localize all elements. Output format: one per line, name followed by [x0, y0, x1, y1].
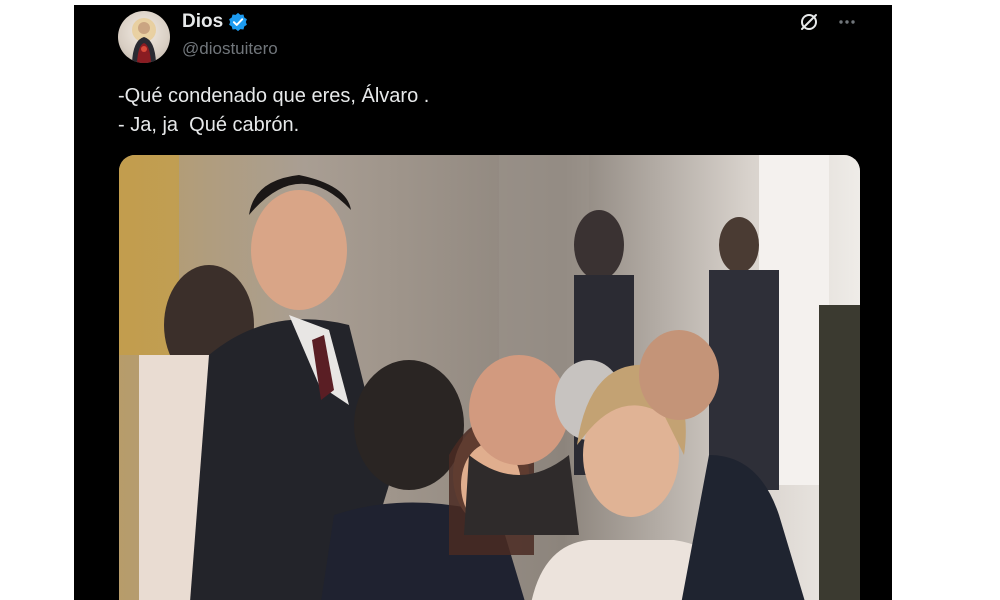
grok-icon[interactable] [798, 11, 820, 33]
tweet-text-line: - Ja, ja Qué cabrón. [118, 114, 300, 136]
photo-icon [119, 155, 860, 600]
tweet-header: Dios @diostuitero [182, 9, 278, 59]
more-icon[interactable] [836, 11, 858, 33]
name-row: Dios [182, 9, 278, 35]
tweet-actions [798, 11, 858, 33]
display-name[interactable]: Dios [182, 11, 223, 33]
tweet-card: Dios @diostuitero -Qué condenado que ere… [74, 5, 892, 600]
avatar[interactable] [118, 11, 170, 63]
handle[interactable]: @diostuitero [182, 39, 278, 59]
verified-badge-icon [228, 12, 248, 32]
tweet-media-photo[interactable] [119, 155, 860, 600]
avatar-icon [132, 18, 156, 63]
tweet-text-line: -Qué condenado que eres, Álvaro . [118, 85, 430, 107]
tweet-text: -Qué condenado que eres, Álvaro . - Ja, … [118, 82, 838, 140]
